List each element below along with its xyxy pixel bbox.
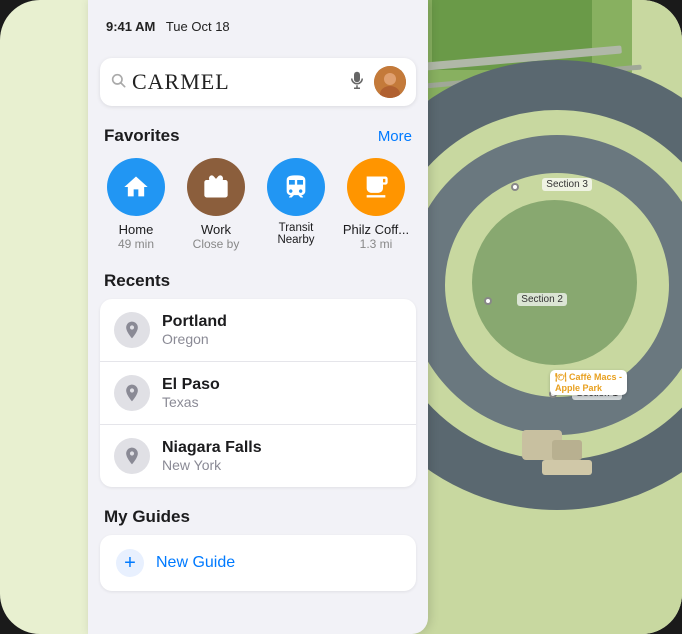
coffee-icon-circle xyxy=(347,158,405,216)
recents-card: Portland Oregon El Paso Texas xyxy=(100,299,416,487)
avatar[interactable] xyxy=(374,66,406,98)
work-label: Work xyxy=(201,222,231,237)
work-sublabel: Close by xyxy=(193,237,240,251)
niagara-text: Niagara Falls New York xyxy=(162,439,262,473)
map-label-section2: Section 2 xyxy=(517,293,567,306)
map-dot-section3 xyxy=(511,183,519,191)
recents-title: Recents xyxy=(100,267,416,299)
recent-item-niagara[interactable]: Niagara Falls New York xyxy=(100,425,416,487)
search-input[interactable]: CARMEL xyxy=(132,69,342,95)
coffee-sublabel: 1.3 mi xyxy=(360,237,393,251)
caffe-macs-label: 🍽 Caffè Macs -Apple Park xyxy=(550,370,627,395)
more-button[interactable]: More xyxy=(378,128,412,145)
search-bar[interactable]: CARMEL xyxy=(100,58,416,106)
niagara-name: Niagara Falls xyxy=(162,439,262,457)
location-icon-niagara xyxy=(114,438,150,474)
status-date: Tue Oct 18 xyxy=(166,19,230,34)
portland-text: Portland Oregon xyxy=(162,313,227,347)
elpaso-sub: Texas xyxy=(162,394,220,410)
recent-item-elpaso[interactable]: El Paso Texas xyxy=(100,362,416,425)
recents-section: Recents Portland Oregon xyxy=(88,267,428,487)
location-icon-elpaso xyxy=(114,375,150,411)
guides-section: My Guides + New Guide xyxy=(88,503,428,591)
transit-icon-circle xyxy=(267,158,325,216)
portland-name: Portland xyxy=(162,313,227,331)
favorites-grid: Home 49 min Work Close by xyxy=(100,154,416,259)
favorite-work[interactable]: Work Close by xyxy=(180,158,252,251)
favorite-coffee[interactable]: Philz Coff... 1.3 mi xyxy=(340,158,412,251)
plus-symbol: + xyxy=(124,553,136,573)
home-label: Home xyxy=(119,222,154,237)
favorites-title: Favorites xyxy=(104,126,180,146)
guides-title: My Guides xyxy=(100,503,416,535)
microphone-icon[interactable] xyxy=(348,71,366,94)
side-panel: CARMEL xyxy=(88,0,428,634)
map-dot-section2 xyxy=(484,297,492,305)
portland-sub: Oregon xyxy=(162,331,227,347)
elpaso-name: El Paso xyxy=(162,376,220,394)
new-guide-card[interactable]: + New Guide xyxy=(100,535,416,591)
favorites-section: Favorites More Home 49 min xyxy=(88,122,428,259)
favorite-home[interactable]: Home 49 min xyxy=(100,158,172,251)
status-bar: 9:41 AM Tue Oct 18 xyxy=(90,18,682,36)
favorite-transit[interactable]: Transit Nearby xyxy=(260,158,332,251)
home-sublabel: 49 min xyxy=(118,237,154,251)
device-frame: Section 3 Section 2 Section 1 🍽 Caffè Ma… xyxy=(0,0,682,634)
niagara-sub: New York xyxy=(162,457,262,473)
new-guide-label: New Guide xyxy=(156,554,235,572)
status-time: 9:41 AM xyxy=(106,19,155,34)
location-icon-portland xyxy=(114,312,150,348)
elpaso-text: El Paso Texas xyxy=(162,376,220,410)
plus-icon: + xyxy=(116,549,144,577)
work-icon-circle xyxy=(187,158,245,216)
favorites-header: Favorites More xyxy=(100,122,416,154)
home-icon-circle xyxy=(107,158,165,216)
recent-item-portland[interactable]: Portland Oregon xyxy=(100,299,416,362)
coffee-label: Philz Coff... xyxy=(343,222,409,237)
search-icon xyxy=(110,72,126,93)
transit-label: Transit Nearby xyxy=(260,222,332,246)
map-label-section3: Section 3 xyxy=(542,178,592,191)
